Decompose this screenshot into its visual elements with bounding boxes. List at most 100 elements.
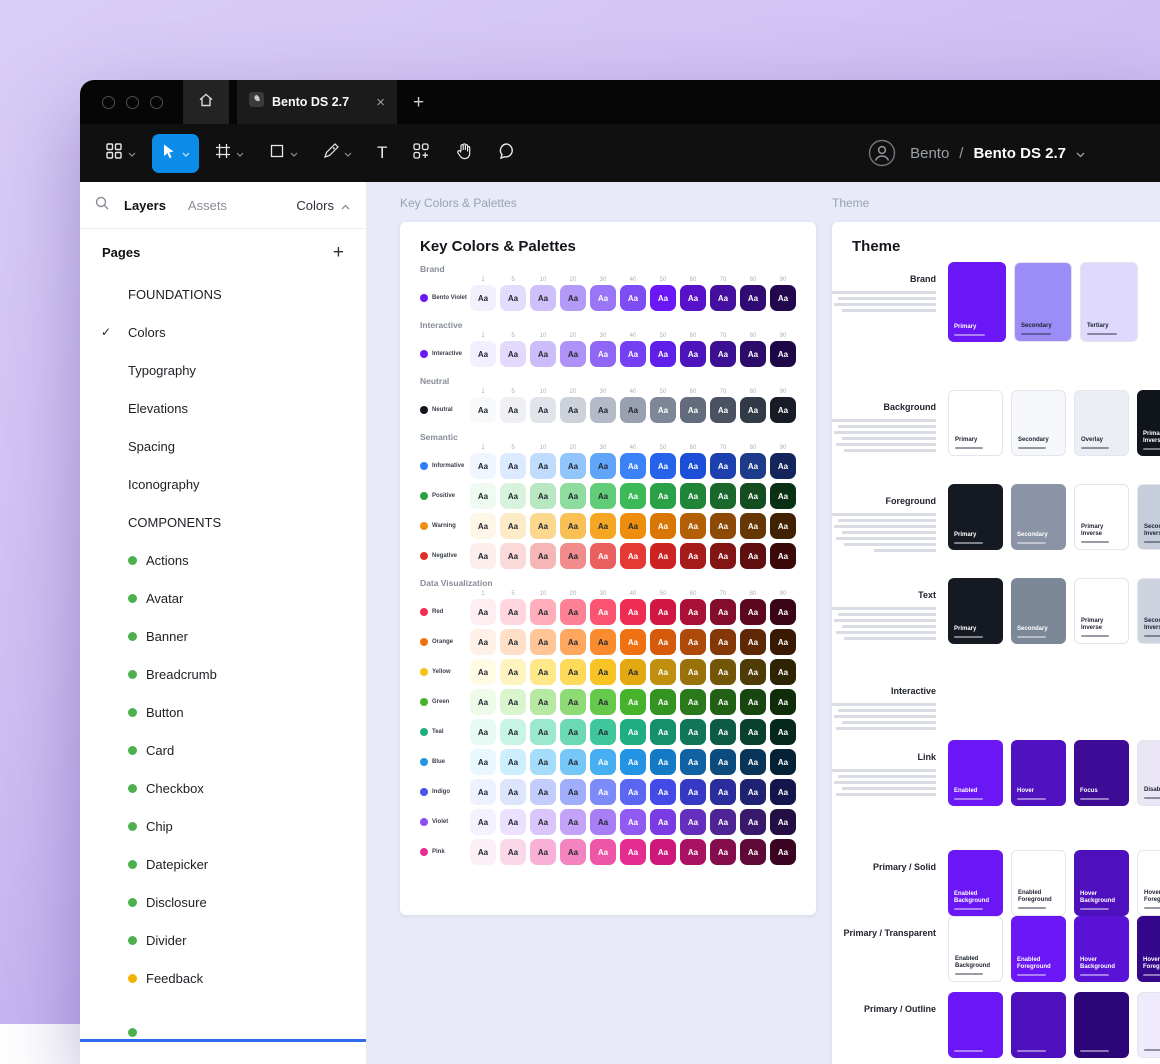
color-swatch[interactable]: Aa	[470, 513, 496, 539]
color-swatch[interactable]: Aa	[710, 397, 736, 423]
sidebar-item-feedback[interactable]: Feedback	[80, 959, 366, 997]
file-name[interactable]: Bento DS 2.7	[973, 145, 1066, 162]
color-swatch[interactable]: Aa	[470, 749, 496, 775]
color-swatch[interactable]: Aa	[740, 839, 766, 865]
color-swatch[interactable]: Aa	[500, 453, 526, 479]
color-swatch[interactable]: Aa	[530, 629, 556, 655]
color-swatch[interactable]: Aa	[560, 513, 586, 539]
color-swatch[interactable]: Aa	[620, 341, 646, 367]
color-swatch[interactable]: Aa	[530, 749, 556, 775]
color-swatch[interactable]: Aa	[560, 543, 586, 569]
color-swatch[interactable]: Aa	[500, 779, 526, 805]
sidebar-item-button[interactable]: Button	[80, 693, 366, 731]
color-swatch[interactable]: Aa	[650, 513, 676, 539]
comment-tool-button[interactable]	[489, 133, 525, 174]
color-swatch[interactable]: Aa	[470, 599, 496, 625]
color-swatch[interactable]: Aa	[620, 483, 646, 509]
sidebar-item-divider[interactable]: Divider	[80, 921, 366, 959]
color-swatch[interactable]: Aa	[710, 513, 736, 539]
color-swatch[interactable]: Aa	[470, 453, 496, 479]
sidebar-item-iconography[interactable]: Iconography	[80, 465, 366, 503]
frame-tool-button[interactable]	[206, 134, 253, 173]
color-swatch[interactable]: Aa	[590, 397, 616, 423]
theme-token-card[interactable]	[1011, 992, 1066, 1058]
tab-layers[interactable]: Layers	[116, 198, 174, 213]
color-swatch[interactable]: Aa	[770, 689, 796, 715]
color-swatch[interactable]: Aa	[620, 285, 646, 311]
theme-token-card[interactable]: Enabled Background	[948, 850, 1003, 916]
color-swatch[interactable]: Aa	[530, 779, 556, 805]
theme-token-card[interactable]: Enabled	[948, 740, 1003, 806]
theme-token-card[interactable]	[1074, 992, 1129, 1058]
color-swatch[interactable]: Aa	[500, 689, 526, 715]
color-swatch[interactable]: Aa	[680, 341, 706, 367]
color-swatch[interactable]: Aa	[770, 629, 796, 655]
sidebar-item-typography[interactable]: Typography	[80, 351, 366, 389]
color-swatch[interactable]: Aa	[710, 285, 736, 311]
theme-token-card[interactable]: Secondary	[1011, 390, 1066, 456]
color-swatch[interactable]: Aa	[680, 453, 706, 479]
color-swatch[interactable]: Aa	[500, 629, 526, 655]
color-swatch[interactable]: Aa	[620, 599, 646, 625]
tab-close-icon[interactable]: ×	[376, 95, 385, 110]
color-swatch[interactable]: Aa	[710, 629, 736, 655]
color-swatch[interactable]: Aa	[740, 719, 766, 745]
color-swatch[interactable]: Aa	[590, 453, 616, 479]
color-swatch[interactable]: Aa	[560, 689, 586, 715]
color-swatch[interactable]: Aa	[530, 483, 556, 509]
color-swatch[interactable]: Aa	[590, 285, 616, 311]
theme-token-card[interactable]: Primary Inverse	[1137, 390, 1160, 456]
color-swatch[interactable]: Aa	[770, 397, 796, 423]
color-swatch[interactable]: Aa	[740, 779, 766, 805]
theme-token-card[interactable]: Disabled	[1137, 740, 1160, 806]
color-swatch[interactable]: Aa	[770, 599, 796, 625]
actions-tool-button[interactable]	[403, 133, 439, 174]
color-swatch[interactable]: Aa	[710, 719, 736, 745]
color-swatch[interactable]: Aa	[650, 543, 676, 569]
search-icon[interactable]	[94, 195, 110, 216]
color-swatch[interactable]: Aa	[590, 689, 616, 715]
color-swatch[interactable]: Aa	[710, 779, 736, 805]
color-swatch[interactable]: Aa	[560, 453, 586, 479]
sidebar-item-disclosure[interactable]: Disclosure	[80, 883, 366, 921]
color-swatch[interactable]: Aa	[500, 839, 526, 865]
color-swatch[interactable]: Aa	[680, 839, 706, 865]
color-swatch[interactable]: Aa	[650, 749, 676, 775]
color-swatch[interactable]: Aa	[680, 483, 706, 509]
color-swatch[interactable]: Aa	[740, 513, 766, 539]
color-swatch[interactable]: Aa	[680, 719, 706, 745]
sidebar-item-elevations[interactable]: Elevations	[80, 389, 366, 427]
color-swatch[interactable]: Aa	[650, 397, 676, 423]
color-swatch[interactable]: Aa	[650, 659, 676, 685]
color-swatch[interactable]: Aa	[680, 599, 706, 625]
design-canvas[interactable]: Key Colors & Palettes Theme Key Colors &…	[367, 182, 1160, 1064]
color-swatch[interactable]: Aa	[470, 543, 496, 569]
theme-token-card[interactable]: Secondary Inverse	[1137, 578, 1160, 644]
frame-label-key-colors[interactable]: Key Colors & Palettes	[400, 196, 517, 210]
color-swatch[interactable]: Aa	[530, 659, 556, 685]
sidebar-item-avatar[interactable]: Avatar	[80, 579, 366, 617]
color-swatch[interactable]: Aa	[620, 397, 646, 423]
pen-tool-button[interactable]	[314, 134, 361, 173]
color-swatch[interactable]: Aa	[770, 285, 796, 311]
color-swatch[interactable]: Aa	[710, 599, 736, 625]
frame-label-theme[interactable]: Theme	[832, 196, 869, 210]
color-swatch[interactable]: Aa	[470, 341, 496, 367]
theme-token-card[interactable]: Hover Foreground	[1137, 850, 1160, 916]
color-swatch[interactable]: Aa	[500, 809, 526, 835]
sidebar-item-banner[interactable]: Banner	[80, 617, 366, 655]
color-swatch[interactable]: Aa	[470, 839, 496, 865]
move-tool-button[interactable]	[152, 134, 199, 173]
theme-token-card[interactable]: Primary	[948, 390, 1003, 456]
color-swatch[interactable]: Aa	[710, 453, 736, 479]
color-swatch[interactable]: Aa	[650, 689, 676, 715]
color-swatch[interactable]: Aa	[710, 749, 736, 775]
color-swatch[interactable]: Aa	[620, 779, 646, 805]
color-swatch[interactable]: Aa	[770, 779, 796, 805]
color-swatch[interactable]: Aa	[590, 839, 616, 865]
theme-token-card[interactable]: Hover Background	[1074, 916, 1129, 982]
color-swatch[interactable]: Aa	[500, 513, 526, 539]
color-swatch[interactable]: Aa	[590, 341, 616, 367]
color-swatch[interactable]: Aa	[560, 483, 586, 509]
add-page-button[interactable]: +	[333, 243, 344, 262]
